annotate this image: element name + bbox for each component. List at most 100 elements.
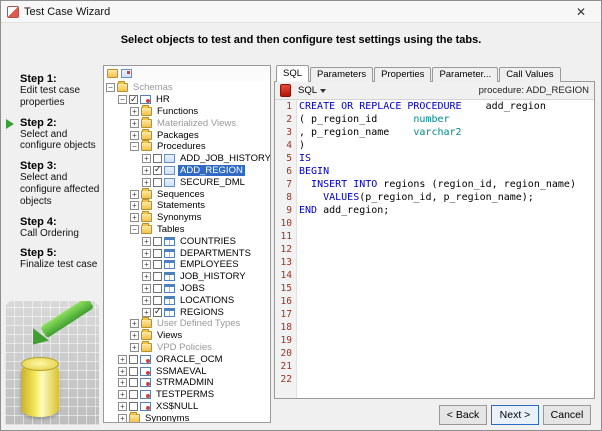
tree-label: COUNTRIES: [180, 235, 236, 247]
tree-item-departments[interactable]: + DEPARTMENTS: [104, 247, 270, 259]
expand-icon[interactable]: +: [142, 165, 151, 175]
tree-item-tables[interactable]: − Tables: [104, 222, 270, 236]
tree-item-views[interactable]: + Views: [104, 329, 270, 342]
tree-item-user-defined-types[interactable]: + User Defined Types: [104, 317, 270, 330]
schemas-folder-icon[interactable]: [107, 69, 118, 78]
expand-icon[interactable]: +: [130, 201, 139, 211]
next-button[interactable]: Next >: [491, 405, 539, 425]
tree-item-strmadmin[interactable]: + STRMADMIN: [104, 377, 270, 389]
tree-item-functions[interactable]: + Functions: [104, 104, 270, 118]
expand-icon[interactable]: +: [142, 154, 151, 164]
expand-icon[interactable]: +: [118, 354, 127, 364]
checkbox[interactable]: [153, 295, 162, 305]
tree-label: Packages: [157, 129, 199, 141]
collapse-icon[interactable]: −: [130, 142, 139, 152]
code-line: 13: [275, 256, 594, 269]
tree-item-hr[interactable]: − HR: [104, 94, 270, 106]
tree-item-oracle-ocm[interactable]: + ORACLE_OCM: [104, 353, 270, 365]
checkbox[interactable]: [153, 177, 162, 187]
checkbox[interactable]: [153, 260, 162, 270]
code-line: 15: [275, 282, 594, 295]
objects-filter-icon[interactable]: [121, 69, 132, 78]
expand-icon[interactable]: +: [130, 319, 139, 329]
checkbox[interactable]: [129, 378, 138, 388]
tab-sql[interactable]: SQL: [276, 65, 310, 82]
checkbox[interactable]: [153, 236, 162, 246]
checkbox[interactable]: [153, 248, 162, 258]
expand-icon[interactable]: +: [142, 236, 151, 246]
expand-icon[interactable]: +: [130, 118, 139, 128]
expand-icon[interactable]: +: [118, 401, 127, 411]
folder-icon: [141, 340, 152, 352]
expand-icon[interactable]: +: [130, 106, 139, 116]
tree-item-employees[interactable]: + EMPLOYEES: [104, 259, 270, 271]
collapse-icon[interactable]: −: [118, 95, 127, 105]
code-text: IS: [299, 153, 312, 164]
tree-item-ssmaeval[interactable]: + SSMAEVAL: [104, 365, 270, 377]
tree-label: STRMADMIN: [156, 377, 214, 389]
tree-item-locations[interactable]: + LOCATIONS: [104, 294, 270, 306]
tree-item-packages[interactable]: + Packages: [104, 128, 270, 141]
expand-icon[interactable]: +: [142, 283, 151, 293]
expand-icon[interactable]: +: [130, 342, 139, 352]
tree-item-job-history[interactable]: + JOB_HISTORY: [104, 271, 270, 283]
tree-item-synonyms[interactable]: + Synonyms: [104, 411, 270, 423]
expand-icon[interactable]: +: [118, 390, 127, 400]
close-icon[interactable]: ✕: [567, 5, 595, 19]
tree-item-procedures[interactable]: − Procedures: [104, 140, 270, 153]
expand-icon[interactable]: +: [130, 130, 139, 140]
checkbox[interactable]: [153, 164, 162, 175]
tree-item-testperms[interactable]: + TESTPERMS: [104, 389, 270, 401]
tree-item-materialized-views[interactable]: + Materialized Views: [104, 116, 270, 129]
table-icon: [164, 260, 175, 270]
checkbox[interactable]: [129, 94, 138, 105]
expand-icon[interactable]: +: [118, 378, 127, 388]
folders-icon: [117, 81, 128, 93]
expand-icon[interactable]: +: [118, 413, 127, 422]
collapse-icon[interactable]: −: [106, 83, 115, 93]
sql-mode-dropdown[interactable]: SQL: [295, 84, 329, 97]
code-text: CREATE OR REPLACE PROCEDURE add_region: [299, 101, 546, 112]
checkbox[interactable]: [129, 354, 138, 364]
tree-item-schemas[interactable]: − Schemas: [104, 81, 270, 94]
cancel-button[interactable]: Cancel: [543, 405, 591, 425]
checkbox[interactable]: [153, 283, 162, 293]
tree-item-add-region[interactable]: + ADD_REGION: [104, 164, 270, 177]
tree-item-vpd-policies[interactable]: + VPD Policies: [104, 340, 270, 354]
tree-item-jobs[interactable]: + JOBS: [104, 283, 270, 295]
checkbox[interactable]: [153, 272, 162, 282]
checkbox[interactable]: [153, 154, 162, 164]
code-editor[interactable]: 1 CREATE OR REPLACE PROCEDURE add_region 2…: [275, 100, 594, 398]
tree-item-xs-null[interactable]: + XS$NULL: [104, 401, 270, 413]
expand-icon[interactable]: +: [142, 260, 151, 270]
tree-item-sequences[interactable]: + Sequences: [104, 187, 270, 200]
tab-parameter[interactable]: Parameter...: [432, 67, 499, 82]
expand-icon[interactable]: +: [142, 177, 151, 187]
tab-parameters[interactable]: Parameters: [310, 67, 374, 82]
expand-icon[interactable]: +: [142, 295, 151, 305]
tab-properties[interactable]: Properties: [374, 67, 432, 82]
tree-item-statements[interactable]: + Statements: [104, 199, 270, 212]
expand-icon[interactable]: +: [118, 366, 127, 376]
tree-item-synonyms[interactable]: + Synonyms: [104, 211, 270, 224]
expand-icon[interactable]: +: [130, 189, 139, 199]
expand-icon[interactable]: +: [142, 248, 151, 258]
tree-item-add-job-history[interactable]: + ADD_JOB_HISTORY: [104, 153, 270, 165]
collapse-icon[interactable]: −: [130, 224, 139, 234]
expand-icon[interactable]: +: [130, 331, 139, 341]
tree-item-countries[interactable]: + COUNTRIES: [104, 235, 270, 247]
tab-call-values[interactable]: Call Values: [499, 67, 561, 82]
checkbox[interactable]: [153, 306, 162, 317]
expand-icon[interactable]: +: [142, 272, 151, 282]
tree-item-regions[interactable]: + REGIONS: [104, 306, 270, 318]
expand-icon[interactable]: +: [130, 213, 139, 223]
checkbox[interactable]: [129, 390, 138, 400]
proc-icon: [164, 165, 175, 175]
tree-label: Synonyms: [145, 412, 190, 423]
tree-item-secure-dml[interactable]: + SECURE_DML: [104, 176, 270, 188]
checkbox[interactable]: [129, 401, 138, 411]
expand-icon[interactable]: +: [142, 307, 151, 317]
back-button[interactable]: < Back: [439, 405, 487, 425]
checkbox[interactable]: [129, 366, 138, 376]
